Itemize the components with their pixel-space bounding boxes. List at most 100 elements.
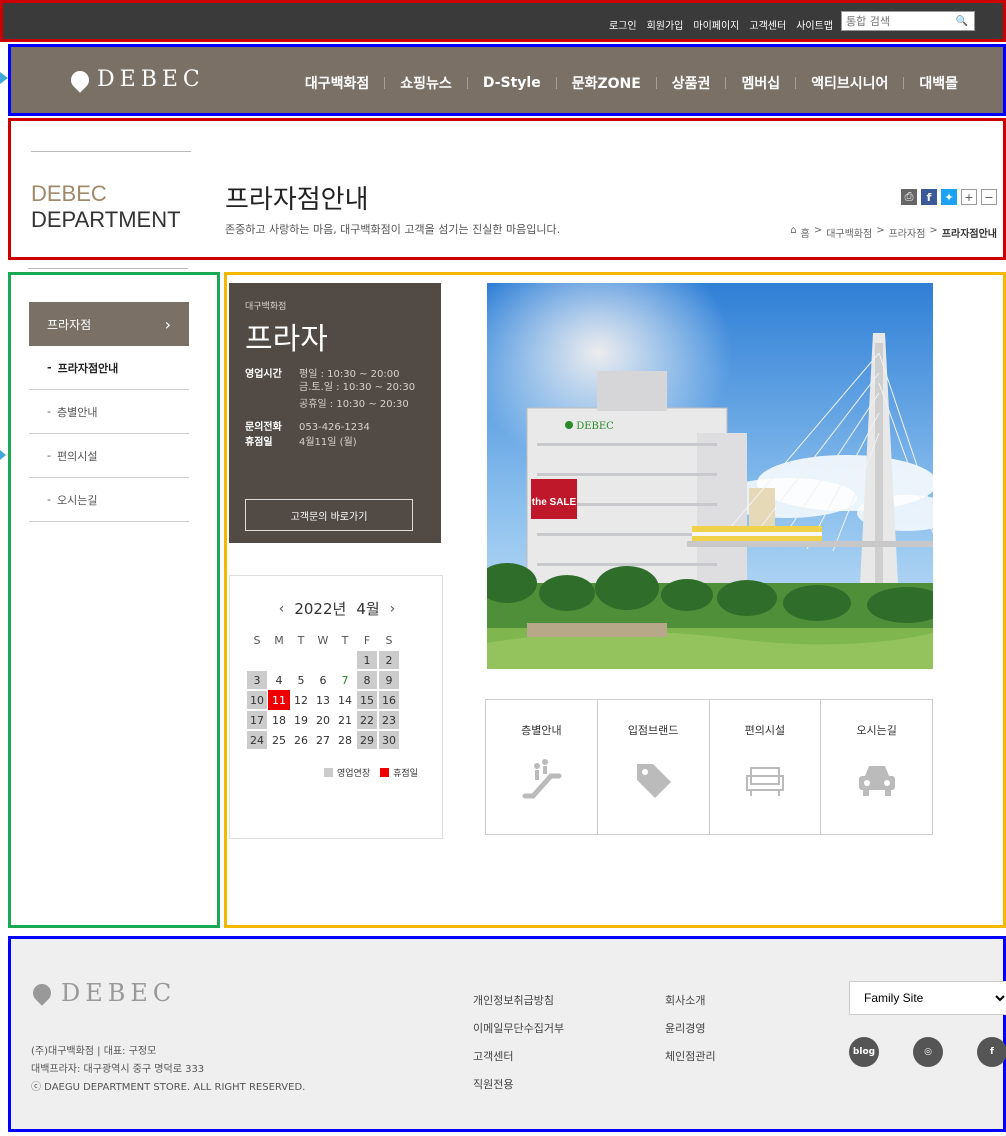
side-item-plaza-info[interactable]: - 프라자점안내 [29, 346, 189, 390]
calendar-dow: T [341, 633, 349, 647]
nav-item-active-senior[interactable]: 액티브시니어 [796, 73, 903, 93]
calendar-legend: 영업연장 휴점일 [324, 766, 418, 779]
breadcrumb-daegu-dept[interactable]: 대구백화점 [826, 225, 872, 240]
calendar-day: 10 [246, 690, 268, 710]
calendar-day [290, 650, 312, 670]
customer-inquiry-button[interactable]: 고객문의 바로가기 [245, 499, 413, 531]
calendar-day: 23 [378, 710, 400, 730]
calendar-day: 3 [246, 670, 268, 690]
page-subtitle: 존중하고 사랑하는 마음, 대구백화점이 고객을 섬기는 진실한 마음입니다. [225, 223, 561, 236]
side-menu-header-label: 프라자점 [47, 317, 92, 332]
calendar-day: 25 [272, 733, 286, 747]
calendar-day: 21 [338, 713, 352, 727]
search-icon[interactable]: 🔍 [952, 16, 972, 27]
home-icon[interactable]: ⌂ [790, 225, 796, 240]
footer-link-privacy[interactable]: 개인정보취급방침 [473, 987, 564, 1015]
calendar-dow: F [363, 633, 371, 647]
nav-item-d-style[interactable]: D-Style [468, 75, 556, 91]
debec-logo[interactable]: DEBEC [67, 66, 205, 93]
top-utility-bar: 로그인 회원가입 마이페이지 고객센터 사이트맵 🔍 [0, 0, 1006, 42]
customer-center-link[interactable]: 고객센터 [749, 17, 786, 32]
instagram-icon[interactable]: ◎ [913, 1037, 943, 1067]
footer-link-email-refusal[interactable]: 이메일무단수집거부 [473, 1015, 564, 1043]
breadcrumb-separator: > [813, 225, 823, 236]
signup-link[interactable]: 회원가입 [647, 17, 684, 32]
calendar-day: 15 [356, 690, 378, 710]
phone-row: 문의전화 053-426-1234 [245, 421, 425, 434]
main-nav-bar: DEBEC 대구백화점 쇼핑뉴스 D-Style 문화ZONE 상품권 멤버십 … [8, 44, 1006, 116]
twitter-share-icon[interactable]: ✦ [941, 189, 957, 205]
breadcrumb-plaza[interactable]: 프라자점 [889, 225, 926, 240]
nav-menu: 대구백화점 쇼핑뉴스 D-Style 문화ZONE 상품권 멤버십 액티브시니어… [290, 73, 973, 93]
building-sign-text: DEBEC [576, 421, 614, 432]
calendar-dow: S [253, 633, 261, 647]
zoom-out-icon[interactable]: − [981, 189, 997, 205]
tile-floor-guide[interactable]: 층별안내 [486, 700, 598, 834]
facebook-icon[interactable]: f [977, 1037, 1006, 1067]
calendar-day: 22 [356, 710, 378, 730]
company-info-line: 대백프라자: 대구광역시 중구 명덕로 333 [31, 1064, 205, 1075]
nav-item-membership[interactable]: 멤버십 [726, 73, 795, 93]
footer-logo-drop-icon [29, 980, 55, 1006]
nav-item-shopping-news[interactable]: 쇼핑뉴스 [385, 73, 467, 93]
tile-brands[interactable]: 입점브랜드 [598, 700, 710, 834]
sale-banner-text: the SALE [532, 497, 577, 508]
calendar-day: 19 [294, 713, 308, 727]
store-photo: the SALE DEBEC [487, 283, 933, 669]
brand-line-1: DEBEC [31, 181, 107, 206]
nav-item-gift-card[interactable]: 상품권 [657, 73, 726, 93]
calendar-day: 5 [297, 673, 305, 687]
side-menu-header[interactable]: 프라자점 › [29, 302, 189, 346]
facebook-share-icon[interactable]: f [921, 189, 937, 205]
calendar-next-icon[interactable]: › [390, 601, 396, 617]
mypage-link[interactable]: 마이페이지 [693, 17, 739, 32]
chevron-right-icon: › [164, 314, 171, 334]
footer-link-ethics[interactable]: 윤리경영 [665, 1015, 716, 1043]
tile-directions[interactable]: 오시는길 [821, 700, 932, 834]
footer-link-staff[interactable]: 직원전용 [473, 1071, 564, 1099]
tile-facilities[interactable]: 편의시설 [710, 700, 822, 834]
footer-logo: DEBEC [29, 979, 176, 1007]
nav-marker-arrow [0, 72, 8, 84]
side-item-directions[interactable]: - 오시는길 [29, 478, 189, 522]
calendar-day: 29 [356, 730, 378, 750]
quick-link-tiles: 층별안내 입점브랜드 편의시설 오시는길 [485, 699, 933, 835]
nav-item-culture-zone[interactable]: 문화ZONE [557, 73, 656, 93]
calendar: ‹ 2022년 4월 › S M T W T F S 1 2 3 4 5 6 7… [229, 575, 443, 839]
calendar-day: 20 [316, 713, 330, 727]
nav-item-daegu-dept[interactable]: 대구백화점 [290, 73, 384, 93]
sidebar-marker-arrow [0, 450, 6, 460]
family-site-select[interactable]: Family Site [849, 981, 1006, 1015]
side-item-facilities[interactable]: - 편의시설 [29, 434, 189, 478]
zoom-in-icon[interactable]: + [961, 189, 977, 205]
calendar-day: 28 [338, 733, 352, 747]
footer-link-customer-center[interactable]: 고객센터 [473, 1043, 564, 1071]
closed-label: 휴점일 [245, 437, 273, 448]
site-footer: DEBEC (주)대구백화점 | 대표: 구정모 대백프라자: 대구광역시 중구… [8, 936, 1006, 1132]
calendar-day: 1 [356, 650, 378, 670]
footer-link-chain[interactable]: 체인점관리 [665, 1043, 716, 1071]
footer-link-company[interactable]: 회사소개 [665, 987, 716, 1015]
calendar-prev-icon[interactable]: ‹ [279, 601, 285, 617]
calendar-day: 9 [378, 670, 400, 690]
store-info-box: 대구백화점 프라자 영업시간 평일 : 10:30 ~ 20:00 금.토.일 … [229, 283, 441, 543]
copyright: ⓒ DAEGU DEPARTMENT STORE. ALL RIGHT RESE… [31, 1082, 306, 1093]
sitemap-link[interactable]: 사이트맵 [796, 17, 833, 32]
brand-divider [31, 151, 191, 152]
legend-extended-swatch [324, 768, 333, 777]
breadcrumb-separator: > [876, 225, 885, 236]
login-link[interactable]: 로그인 [609, 17, 637, 32]
search-input[interactable] [842, 12, 952, 30]
side-item-floor-guide[interactable]: - 층별안내 [29, 390, 189, 434]
calendar-day: 14 [338, 693, 352, 707]
breadcrumb-home[interactable]: 홈 [801, 225, 810, 240]
print-icon[interactable]: ⎙ [901, 189, 917, 205]
calendar-dow: M [274, 633, 284, 647]
nav-item-debec-mall[interactable]: 대백몰 [904, 73, 973, 93]
breadcrumb-separator: > [929, 225, 938, 236]
calendar-day: 6 [319, 673, 327, 687]
brand-line-2: DEPARTMENT [31, 207, 181, 232]
blog-icon[interactable]: blog [849, 1037, 879, 1067]
calendar-day: 12 [294, 693, 308, 707]
side-item-label: 프라자점안내 [57, 361, 119, 375]
